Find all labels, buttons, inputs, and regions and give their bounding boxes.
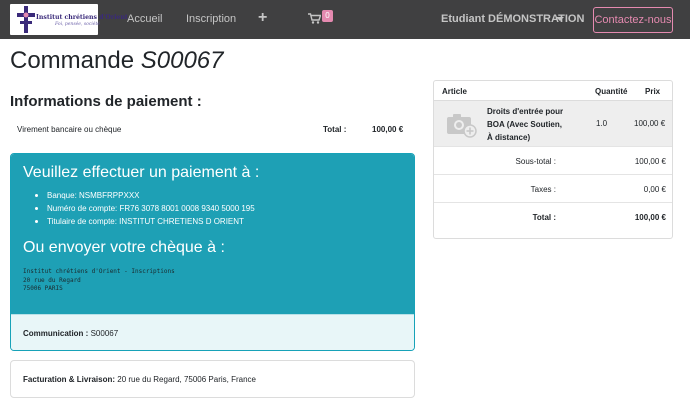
top-navbar: Institut chrétiens d'Orient Foi, pensée,… <box>0 0 690 39</box>
payment-total-value: 100,00 € <box>372 125 404 134</box>
payment-instructions-body: Veuillez effectuer un paiement à : Banqu… <box>11 154 414 314</box>
communication-value: S00067 <box>90 329 119 338</box>
payment-total-label: Total : <box>323 125 347 134</box>
bank-name: Banque: NSMBFRPPXXX <box>35 189 255 202</box>
chevron-down-icon[interactable] <box>556 17 564 21</box>
cross-logo-icon <box>17 6 35 33</box>
billing-value: 20 rue du Regard, 75006 Paris, France <box>117 375 256 384</box>
payment-instructions-title: Veuillez effectuer un paiement à : <box>23 164 260 181</box>
logo-tagline: Foi, pensée, société <box>55 22 100 27</box>
cart-count-badge: 0 <box>322 10 333 22</box>
page-title: Commande S00067 <box>10 47 223 75</box>
site-logo[interactable]: Institut chrétiens d'Orient Foi, pensée,… <box>10 4 128 35</box>
billing-address: Facturation & Livraison: 20 rue du Regar… <box>23 375 256 384</box>
shopping-cart-icon[interactable] <box>308 13 321 24</box>
bank-details-list: Banque: NSMBFRPPXXX Numéro de compte: FR… <box>35 189 255 228</box>
subtotal-value: 100,00 € <box>634 157 666 166</box>
taxes-row: Taxes : 0,00 € <box>434 174 672 202</box>
table-row: Droits d'entrée pour BOA (Avec Soutien, … <box>434 101 672 146</box>
header-quantity: Quantité <box>595 87 628 96</box>
billing-card: Facturation & Livraison: 20 rue du Regar… <box>10 360 415 398</box>
nav-link-accueil[interactable]: Accueil <box>127 13 162 25</box>
taxes-value: 0,00 € <box>643 185 666 194</box>
item-quantity: 1.0 <box>596 119 608 128</box>
account-number: Numéro de compte: FR76 3078 8001 0008 93… <box>35 202 255 215</box>
plus-icon[interactable]: + <box>258 9 267 27</box>
cheque-address: Institut chrétiens d'Orient - Inscriptio… <box>23 268 175 292</box>
item-name[interactable]: Droits d'entrée pour BOA (Avec Soutien, … <box>487 105 567 144</box>
subtotal-row: Sous-total : 100,00 € <box>434 146 672 174</box>
subtotal-label: Sous-total : <box>515 157 556 166</box>
camera-placeholder-icon <box>447 114 477 138</box>
total-row: Total : 100,00 € <box>434 202 672 230</box>
summary-total-value: 100,00 € <box>634 213 666 222</box>
header-article: Article <box>442 87 467 96</box>
header-price: Prix <box>645 87 661 96</box>
payment-method: Virement bancaire ou chèque <box>17 125 122 134</box>
summary-total-label: Total : <box>532 213 556 222</box>
communication-footer: Communication : S00067 <box>11 314 414 350</box>
payment-instructions-card: Veuillez effectuer un paiement à : Banqu… <box>10 153 415 351</box>
logo-title: Institut chrétiens d'Orient <box>36 14 128 21</box>
order-summary-table: Article Quantité Prix Droits d'entrée po… <box>433 80 673 239</box>
contact-button[interactable]: Contactez-nous <box>593 7 673 33</box>
taxes-label: Taxes : <box>530 185 556 194</box>
account-holder: Titulaire de compte: INSTITUT CHRETIENS … <box>35 215 255 228</box>
page-title-prefix: Commande <box>10 47 135 74</box>
nav-link-inscription[interactable]: Inscription <box>186 13 236 25</box>
cheque-title: Ou envoyer votre chèque à : <box>23 239 225 256</box>
payment-section-title: Informations de paiement : <box>10 93 202 110</box>
order-reference: S00067 <box>140 47 224 74</box>
summary-header: Article Quantité Prix <box>434 81 672 101</box>
item-price: 100,00 € <box>634 119 666 128</box>
communication-label: Communication : <box>23 329 89 338</box>
communication: Communication : S00067 <box>23 329 118 338</box>
billing-label: Facturation & Livraison: <box>23 375 116 384</box>
